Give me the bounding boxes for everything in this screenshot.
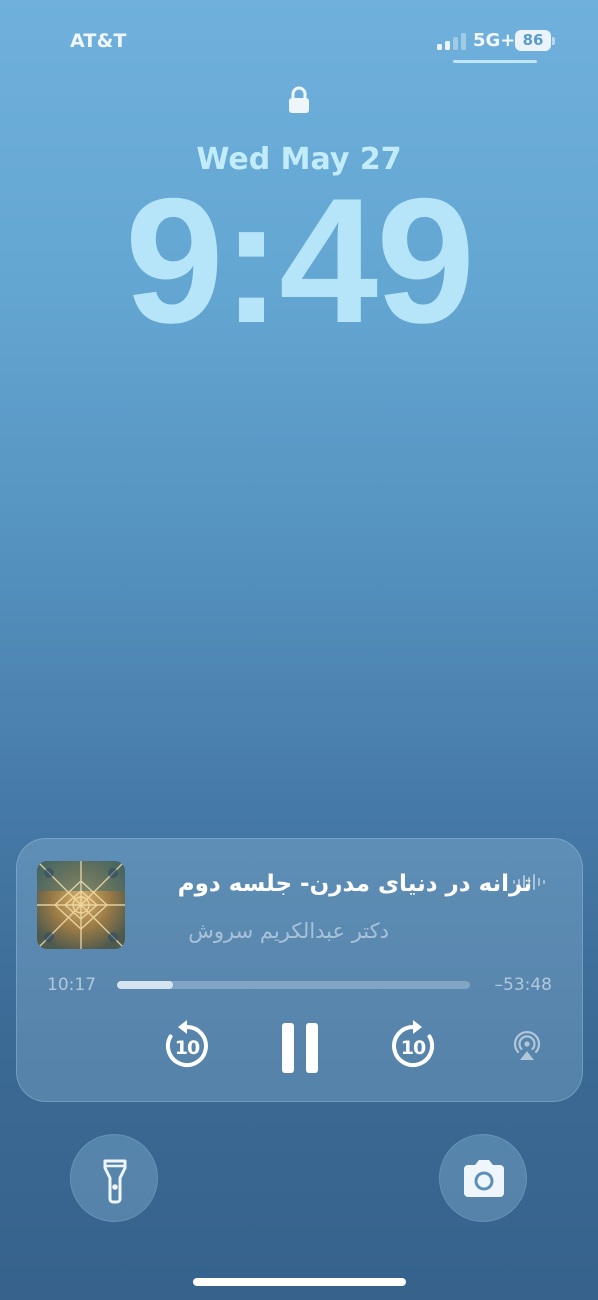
status-bar: AT&T 5G+ 86 (0, 0, 598, 70)
track-artist: دکتر عبدالکریم سروش (188, 919, 389, 943)
track-title: ترانه در دنیای مدرن- جلسه دوم (177, 871, 532, 897)
skip-forward-seconds: 10 (400, 1037, 426, 1059)
album-artwork[interactable] (37, 861, 125, 949)
carrier-label: AT&T (70, 30, 127, 52)
signal-strength-icon (437, 33, 467, 50)
skip-forward-button[interactable]: 10 (389, 1019, 437, 1069)
skip-back-seconds: 10 (174, 1037, 200, 1059)
battery-icon: 86 (515, 30, 551, 51)
camera-button[interactable] (439, 1134, 527, 1222)
flashlight-button[interactable] (70, 1134, 158, 1222)
pause-icon (282, 1023, 318, 1073)
time-remaining: –53:48 (494, 975, 553, 995)
lock-icon (289, 86, 309, 113)
status-indicator-line (453, 60, 537, 63)
airplay-button[interactable] (511, 1029, 543, 1061)
playback-scrubber[interactable] (117, 981, 470, 989)
skip-back-button[interactable]: 10 (163, 1019, 211, 1069)
flashlight-icon (103, 1159, 127, 1204)
playback-progress-fill (117, 981, 173, 989)
battery-nub (552, 37, 555, 45)
home-indicator[interactable] (193, 1278, 406, 1286)
camera-icon (464, 1160, 504, 1197)
network-type-label: 5G+ (473, 30, 516, 51)
airplay-icon (513, 1030, 541, 1060)
pause-button[interactable] (280, 1023, 320, 1073)
lock-screen-clock: 9:49 (124, 161, 475, 360)
time-elapsed: 10:17 (47, 975, 96, 995)
battery-percent: 86 (522, 31, 544, 49)
now-playing-widget[interactable]: ترانه در دنیای مدرن- جلسه دوم دکتر عبدال… (16, 838, 583, 1102)
